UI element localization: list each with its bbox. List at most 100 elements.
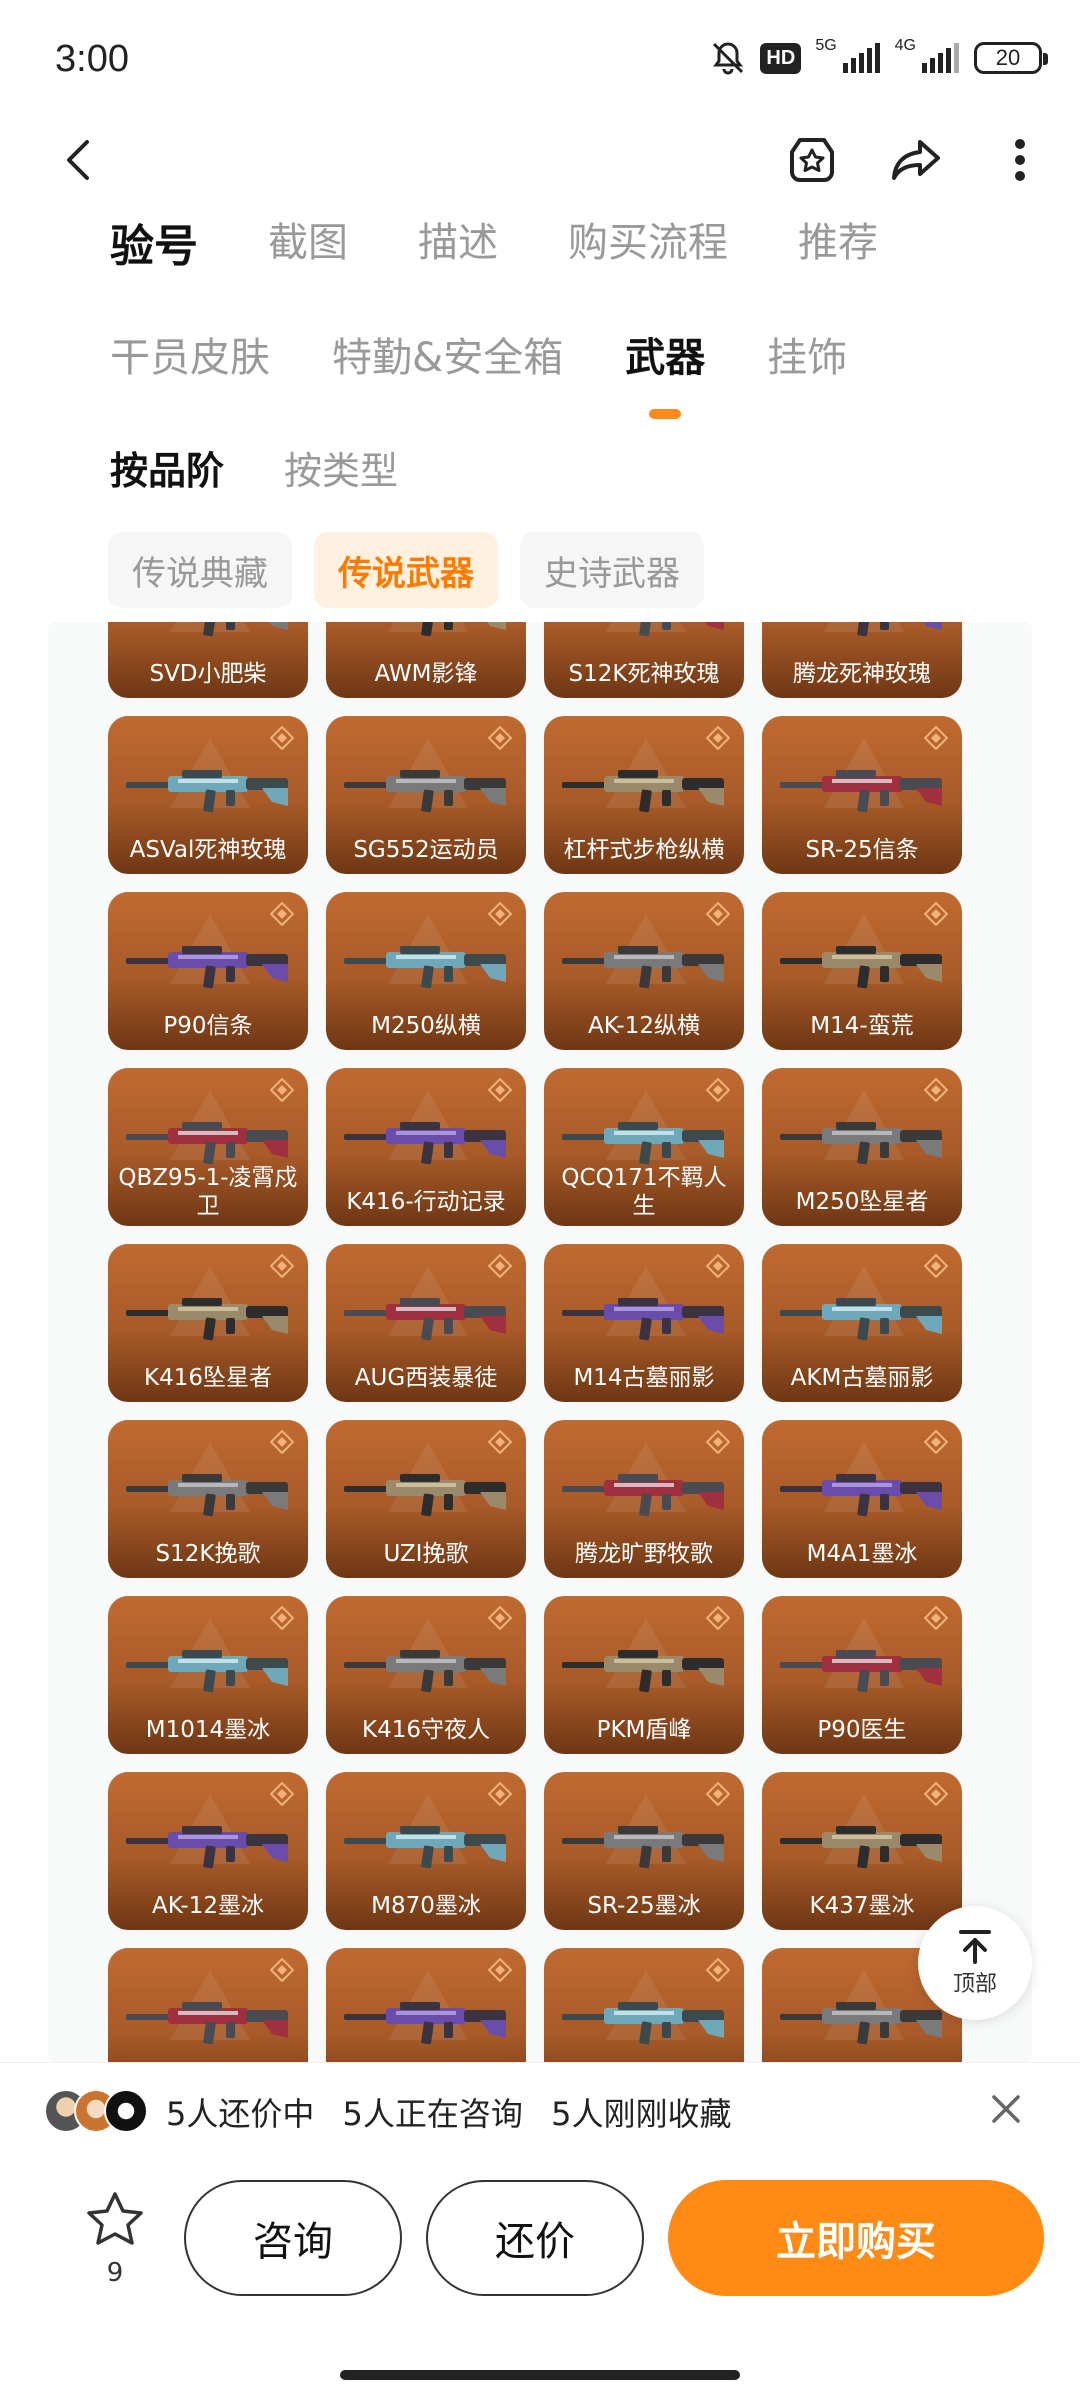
weapon-image — [344, 946, 506, 989]
bottom-action-bar: 9 咨询 还价 立即购买 — [0, 2160, 1080, 2340]
rarity-diamond-icon — [706, 1078, 730, 1102]
tab-verify[interactable]: 验号 — [110, 210, 198, 274]
close-icon[interactable] — [986, 2089, 1026, 2129]
weapon-card[interactable]: P90信条 — [108, 892, 308, 1050]
rarity-diamond-icon — [706, 1430, 730, 1454]
weapon-name: 腾龙旷野牧歌 — [575, 1541, 713, 1567]
weapon-card[interactable]: SG552运动员 — [326, 716, 526, 874]
rarity-diamond-icon — [270, 726, 294, 750]
weapon-image — [126, 1474, 288, 1517]
weapon-card[interactable]: AUG西装暴徒 — [326, 1244, 526, 1402]
favorite-button[interactable]: 9 — [80, 2190, 150, 2288]
weapon-card[interactable]: K416-行动记录 — [326, 1068, 526, 1226]
weapon-card[interactable]: S12K死神玫瑰 — [544, 622, 744, 698]
weapon-image — [126, 2002, 288, 2045]
rarity-diamond-icon — [924, 902, 948, 926]
weapon-name: K416坠星者 — [144, 1365, 272, 1391]
weapon-name: AK-12墨冰 — [152, 1893, 264, 1919]
tab-operator-skins[interactable]: 干员皮肤 — [110, 325, 270, 383]
weapon-image — [780, 2002, 942, 2045]
rarity-diamond-icon — [488, 1078, 512, 1102]
bargain-button[interactable]: 还价 — [426, 2180, 644, 2296]
weapon-card[interactable]: PKM盾峰 — [544, 1596, 744, 1754]
tab-screenshot[interactable]: 截图 — [268, 210, 348, 274]
weapon-card[interactable]: AK-12纵横 — [544, 892, 744, 1050]
weapon-card[interactable]: M1014墨冰 — [108, 1596, 308, 1754]
home-indicator[interactable] — [340, 2370, 740, 2380]
weapon-name: QCQ171不羁人生 — [561, 1165, 727, 1219]
tab-by-type[interactable]: 按类型 — [284, 440, 398, 495]
tab-purchase-flow[interactable]: 购买流程 — [568, 210, 728, 274]
buy-now-button[interactable]: 立即购买 — [668, 2180, 1044, 2296]
weapon-image — [562, 1298, 724, 1341]
weapon-card[interactable]: S12K挽歌 — [108, 1420, 308, 1578]
weapon-card[interactable]: M4A1墨冰 — [762, 1420, 962, 1578]
weapon-card[interactable]: SVD小肥柴 — [108, 622, 308, 698]
weapon-card[interactable]: AK-12墨冰 — [108, 1772, 308, 1930]
rarity-diamond-icon — [924, 1078, 948, 1102]
status-icons: HD 5G 4G 20 — [710, 37, 1048, 76]
arrow-up-icon — [959, 1930, 991, 1964]
weapon-card[interactable]: P90毒花 — [544, 1948, 744, 2062]
weapon-card[interactable]: SR-25信条 — [762, 716, 962, 874]
weapon-name: S12K死神玫瑰 — [568, 661, 720, 687]
rarity-diamond-icon — [924, 1254, 948, 1278]
favorite-star-icon[interactable] — [782, 130, 842, 190]
weapon-image — [562, 1826, 724, 1869]
chip-epic-weapons[interactable]: 史诗武器 — [520, 532, 704, 608]
weapon-card[interactable]: M14古墓丽影 — [544, 1244, 744, 1402]
weapon-card[interactable]: M250坠星者 — [762, 1068, 962, 1226]
activity-text: 5人还价中 5人正在咨询 5人刚刚收藏 — [166, 2089, 749, 2135]
hd-badge: HD — [760, 42, 802, 74]
weapon-name: QBZ95-1-凌霄戍卫 — [118, 1165, 298, 1219]
chip-legendary-weapons[interactable]: 传说武器 — [314, 532, 498, 608]
weapon-card[interactable]: K437墨冰 — [762, 1772, 962, 1930]
weapon-card[interactable]: ASVal死神玫瑰 — [108, 716, 308, 874]
weapon-card[interactable]: QJB201狂怒 — [326, 1948, 526, 2062]
weapon-image — [562, 1474, 724, 1517]
scroll-to-top-button[interactable]: 顶部 — [918, 1906, 1032, 2020]
tab-charms[interactable]: 挂饰 — [767, 325, 847, 383]
share-icon[interactable] — [886, 130, 946, 190]
star-icon — [87, 2192, 143, 2245]
rarity-diamond-icon — [706, 1254, 730, 1278]
weapon-card[interactable]: M250纵横 — [326, 892, 526, 1050]
weapon-card[interactable]: K416坠星者 — [108, 1244, 308, 1402]
weapon-name: M870墨冰 — [371, 1893, 481, 1919]
rarity-diamond-icon — [706, 902, 730, 926]
weapon-image — [780, 946, 942, 989]
tab-by-tier[interactable]: 按品阶 — [110, 440, 224, 495]
consult-button[interactable]: 咨询 — [184, 2180, 402, 2296]
weapon-card[interactable]: AWM影锋 — [326, 622, 526, 698]
tab-weapons[interactable]: 武器 — [625, 325, 705, 419]
weapon-card[interactable]: P90医生 — [762, 1596, 962, 1754]
weapon-name: K416守夜人 — [362, 1717, 490, 1743]
weapon-card[interactable]: 杠杆式步枪纵横 — [544, 716, 744, 874]
battery-icon: 20 — [974, 42, 1048, 74]
weapon-card[interactable]: 腾龙死神玫瑰 — [762, 622, 962, 698]
tab-description[interactable]: 描述 — [418, 210, 498, 274]
weapon-card[interactable]: 腾龙旷野牧歌 — [544, 1420, 744, 1578]
tab-recommend[interactable]: 推荐 — [798, 210, 878, 274]
sort-tabs: 按品阶 按类型 — [110, 440, 458, 495]
weapon-name: M14古墓丽影 — [573, 1365, 715, 1391]
weapon-image — [780, 1474, 942, 1517]
weapon-name: K437墨冰 — [809, 1893, 915, 1919]
weapon-card[interactable]: UZI挽歌 — [326, 1420, 526, 1578]
weapon-card[interactable]: M14-蛮荒 — [762, 892, 962, 1050]
back-icon[interactable] — [50, 132, 106, 188]
weapon-image — [562, 770, 724, 813]
weapon-grid: SVD小肥柴 AWM影锋 S12K死神玫瑰 腾龙死神玫瑰 ASVal死神玫瑰 SG552运… — [108, 622, 962, 2062]
weapon-card[interactable]: SR-25墨冰 — [544, 1772, 744, 1930]
weapon-card[interactable]: K416守夜人 — [326, 1596, 526, 1754]
weapon-card[interactable]: MP5墨冰 — [108, 1948, 308, 2062]
weapon-name: AUG西装暴徒 — [354, 1365, 498, 1391]
weapon-card[interactable]: M870墨冰 — [326, 1772, 526, 1930]
weapon-card[interactable]: QBZ95-1-凌霄戍卫 — [108, 1068, 308, 1226]
rarity-diamond-icon — [924, 1606, 948, 1630]
tab-special-safe-box[interactable]: 特勤&安全箱 — [332, 325, 563, 383]
weapon-card[interactable]: AKM古墓丽影 — [762, 1244, 962, 1402]
weapon-card[interactable]: QCQ171不羁人生 — [544, 1068, 744, 1226]
more-icon[interactable] — [990, 130, 1050, 190]
chip-legendary-collection[interactable]: 传说典藏 — [108, 532, 292, 608]
